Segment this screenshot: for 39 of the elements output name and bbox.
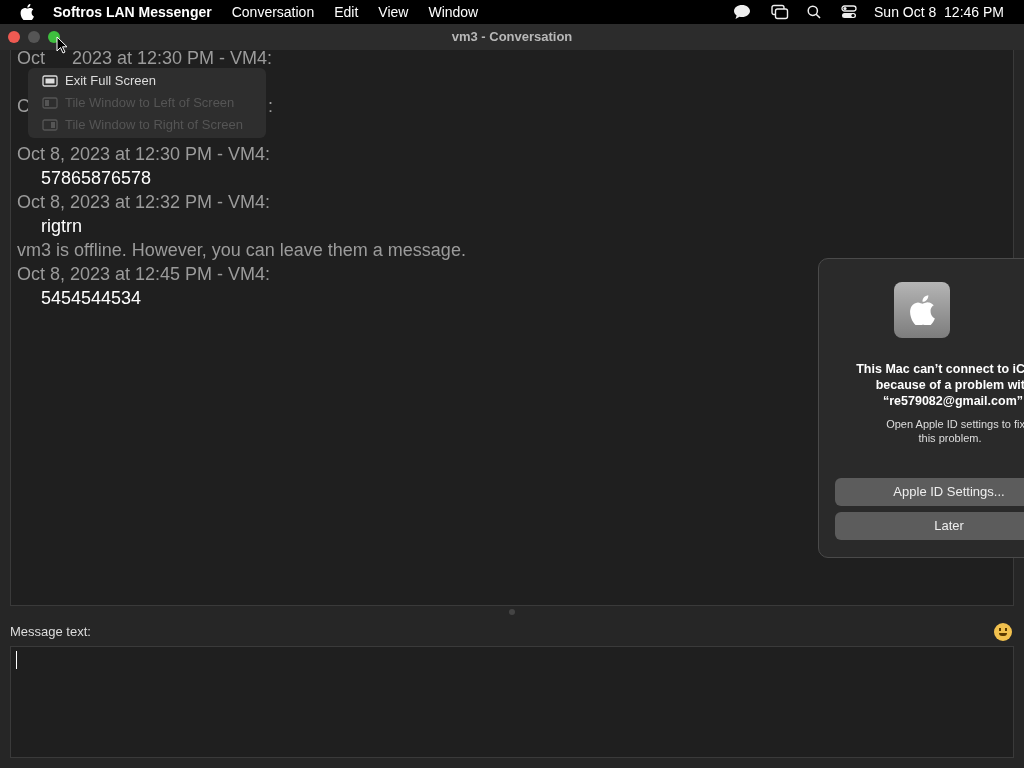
splitter-handle[interactable]	[509, 609, 515, 615]
message-timestamp: Oct	[17, 50, 45, 70]
apple-logo-icon[interactable]	[20, 4, 34, 20]
dialog-message: this problem.	[917, 431, 982, 445]
message-input[interactable]	[10, 646, 1014, 758]
status-notice: vm3 is offline. However, you can leave them a message.	[17, 239, 467, 262]
dialog-title: This Mac can’t connect to iC	[856, 361, 1024, 377]
message-text: rigtrn	[40, 215, 83, 238]
dialog-button[interactable]: Later	[835, 512, 1024, 540]
mouse-pointer-icon	[56, 36, 68, 54]
message-timestamp: Oct 8, 2023 at 12:32 PM - VM4:	[17, 191, 272, 214]
dialog-title: “re579082@gmail.com”	[882, 393, 1023, 409]
apple-icon	[894, 282, 950, 338]
close-button[interactable]	[8, 31, 20, 43]
message-text: 57865876578	[40, 167, 153, 190]
fullscreen-icon	[42, 75, 58, 87]
menu-item[interactable]: Edit	[334, 1, 359, 23]
clock[interactable]: Sun Oct 8 12:46 PM	[874, 1, 1004, 23]
menu-option[interactable]: Exit Full Screen	[28, 70, 266, 92]
menu-item[interactable]: View	[378, 1, 409, 23]
control-center-icon[interactable]	[841, 5, 858, 19]
dialog-title: because of a problem wit	[875, 377, 1024, 393]
message-timestamp: Oct 8, 2023 at 12:30 PM - VM4:	[17, 143, 272, 166]
tile-left-icon	[42, 97, 58, 109]
app-menu[interactable]: Softros LAN Messenger	[53, 1, 212, 23]
tile-right-icon	[42, 119, 58, 131]
speech-bubble-icon[interactable]	[733, 4, 752, 20]
message-text: 5454544534	[40, 287, 143, 310]
message-label: Message text:	[10, 623, 91, 642]
message-timestamp: :	[268, 95, 273, 118]
smiley-icon[interactable]	[994, 623, 1012, 641]
windows-icon[interactable]	[771, 4, 790, 20]
dialog-button[interactable]: Apple ID Settings...	[835, 478, 1024, 506]
menu-item[interactable]: Conversation	[231, 1, 315, 23]
message-timestamp: 2023 at 12:30 PM - VM4:	[72, 50, 273, 70]
menu-item[interactable]: Window	[428, 1, 479, 23]
window-title: vm3 - Conversation	[451, 28, 573, 47]
message-timestamp: Oct 8, 2023 at 12:45 PM - VM4:	[17, 263, 272, 286]
search-icon[interactable]	[807, 5, 822, 19]
